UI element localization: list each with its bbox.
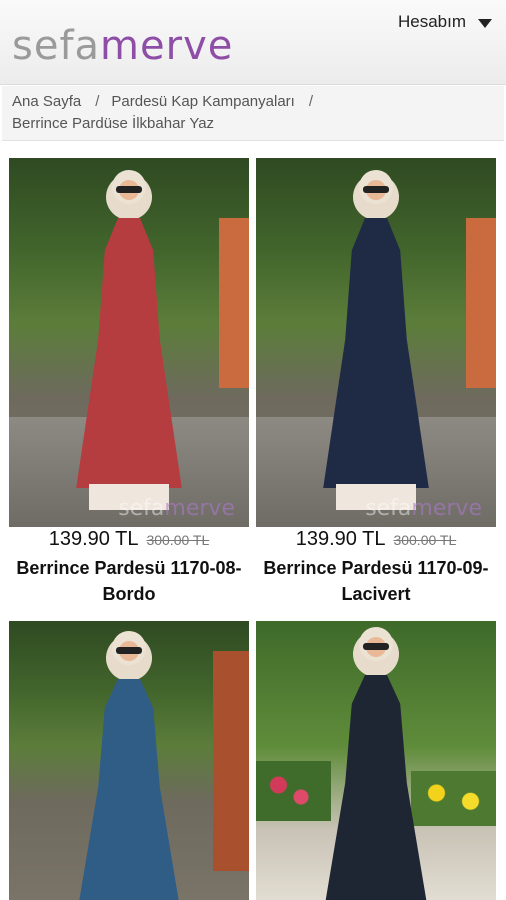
breadcrumb: Ana Sayfa / Pardesü Kap Kampanyaları / Berr… <box>2 86 504 141</box>
product-name-link[interactable]: Berrince Pardesü 1170-08-Bordo <box>9 555 249 607</box>
chevron-down-icon <box>478 18 492 28</box>
breadcrumb-category-link[interactable]: Pardesü Kap Kampanyaları <box>111 93 294 110</box>
product-name-link[interactable]: Berrince Pardesü 1170-09-Lacivert <box>256 555 496 607</box>
account-label: Hesabım <box>397 12 466 31</box>
logo-text-primary: sefa <box>12 23 101 69</box>
breadcrumb-separator: / <box>308 93 314 110</box>
product-image[interactable]: sefamerve <box>256 158 496 527</box>
breadcrumb-current-page: Berrince Pardüse İlkbahar Yaz <box>12 115 215 132</box>
breadcrumb-home-link[interactable]: Ana Sayfa <box>12 93 81 110</box>
coat-shape <box>323 218 429 488</box>
breadcrumb-separator: / <box>95 93 100 110</box>
price-row: 139.90 TL 300.00 TL <box>256 528 496 554</box>
logo-text-accent: merve <box>100 23 234 69</box>
price-row: 139.90 TL 300.00 TL <box>9 528 249 554</box>
product-image[interactable] <box>256 621 496 900</box>
coat-shape <box>76 218 182 488</box>
image-watermark: sefamerve <box>118 496 235 521</box>
coat-shape <box>323 675 429 900</box>
account-menu-button[interactable]: Hesabım <box>398 10 492 34</box>
product-price: 139.90 TL <box>48 528 139 550</box>
product-price: 139.90 TL <box>295 528 386 550</box>
coat-shape <box>76 679 182 900</box>
site-logo[interactable]: sefamerve <box>12 22 233 70</box>
product-image[interactable] <box>9 621 249 900</box>
product-old-price: 300.00 TL <box>393 532 457 548</box>
product-image[interactable]: sefamerve <box>9 158 249 527</box>
image-watermark: sefamerve <box>365 496 482 521</box>
product-old-price: 300.00 TL <box>146 532 210 548</box>
top-header: sefamerve Hesabım <box>0 0 506 85</box>
